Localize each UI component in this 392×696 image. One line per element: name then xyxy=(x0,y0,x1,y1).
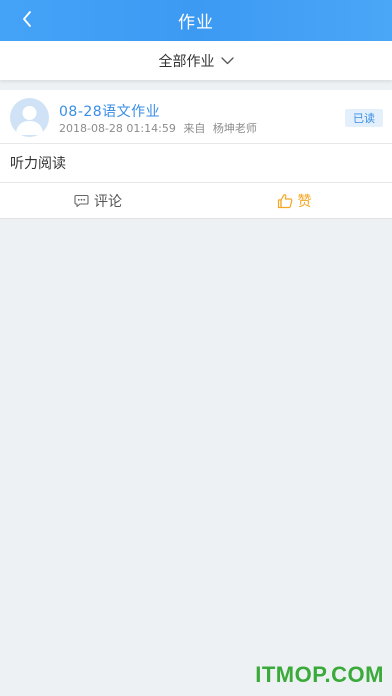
homework-content: 听力阅读 xyxy=(10,156,66,172)
header-bar: 作业 xyxy=(0,0,392,41)
app-screen: 作业 全部作业 08-28语文作业 2018-08-28 01:14:59 来自… xyxy=(0,0,392,696)
filter-label: 全部作业 xyxy=(158,53,215,70)
chevron-down-icon xyxy=(220,56,234,65)
status-badge: 已读 xyxy=(345,109,383,127)
like-label: 赞 xyxy=(297,193,312,210)
homework-teacher: 杨坤老师 xyxy=(212,122,257,135)
homework-filter-dropdown[interactable]: 全部作业 xyxy=(0,41,392,80)
comment-button[interactable]: 评论 xyxy=(0,183,196,218)
back-button[interactable] xyxy=(10,0,44,41)
homework-title[interactable]: 08-28语文作业 xyxy=(59,101,160,121)
homework-actions: 评论 赞 xyxy=(0,183,392,219)
homework-datetime: 2018-08-28 01:14:59 xyxy=(59,122,176,135)
comment-label: 评论 xyxy=(94,193,122,210)
homework-card[interactable]: 08-28语文作业 2018-08-28 01:14:59 来自 杨坤老师 已读… xyxy=(0,90,392,219)
homework-card-body[interactable]: 听力阅读 xyxy=(0,144,392,183)
like-button[interactable]: 赞 xyxy=(196,183,392,218)
thumbs-up-icon xyxy=(277,193,293,209)
homework-meta: 2018-08-28 01:14:59 来自 杨坤老师 xyxy=(59,120,257,136)
watermark-logo: ITMOP.COM xyxy=(255,662,384,687)
avatar xyxy=(10,98,49,137)
homework-card-header[interactable]: 08-28语文作业 2018-08-28 01:14:59 来自 杨坤老师 已读 xyxy=(0,90,392,144)
page-title: 作业 xyxy=(178,13,214,33)
homework-from-label: 来自 xyxy=(183,122,206,135)
back-chevron-icon xyxy=(21,10,33,32)
comment-icon xyxy=(74,194,89,208)
